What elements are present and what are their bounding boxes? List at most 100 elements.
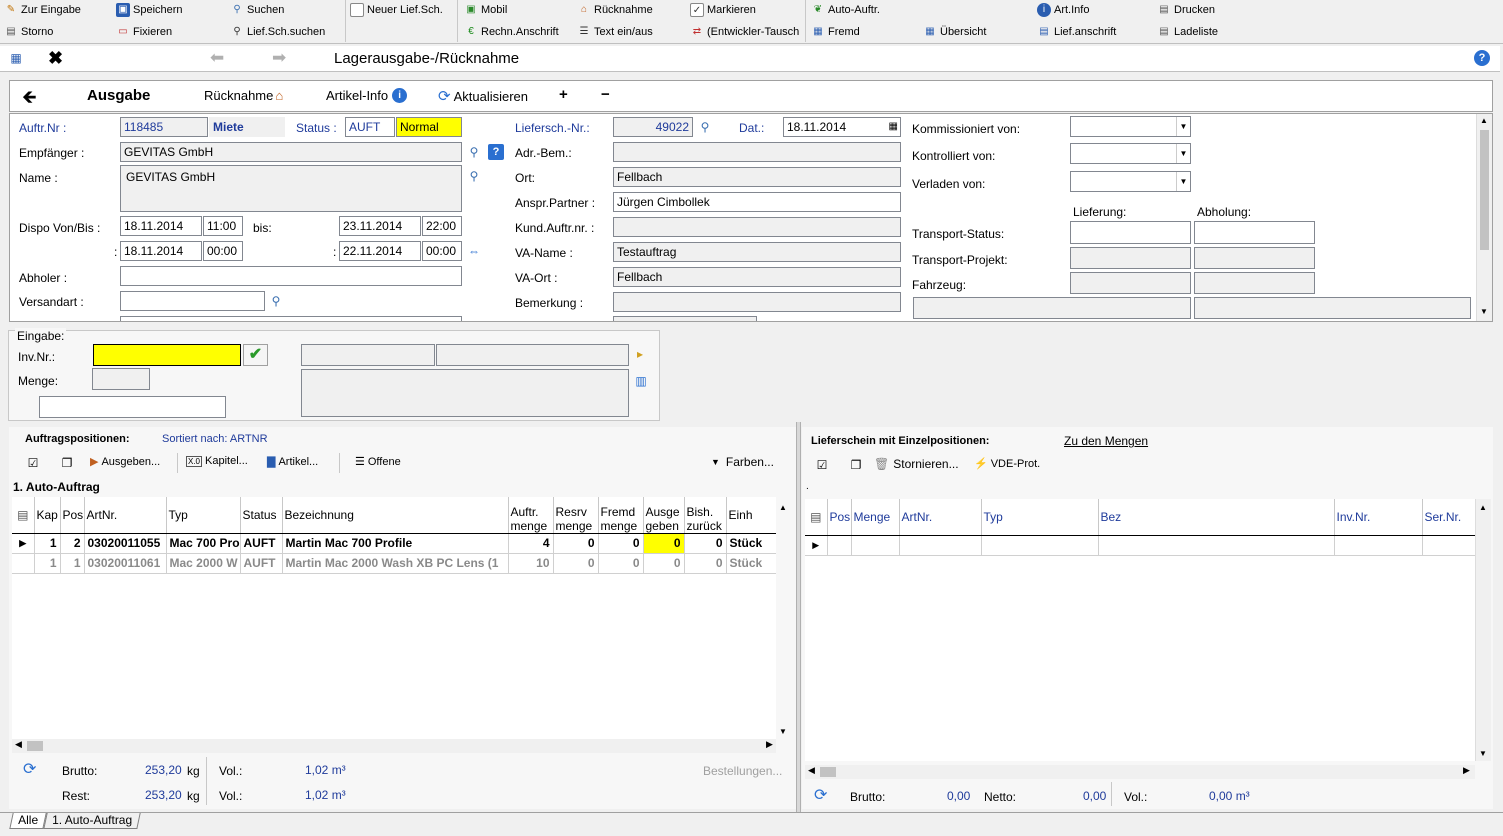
dispo-von-date2[interactable]: 18.11.2014 (120, 241, 202, 261)
anspr-field[interactable]: Jürgen Cimbollek (613, 192, 901, 212)
name-field[interactable]: GEVITAS GmbH (120, 165, 462, 212)
fahrzeug-lieferung[interactable] (1070, 272, 1191, 294)
verladen-combo[interactable]: ▼ (1070, 171, 1191, 192)
adr-bem-field[interactable] (613, 142, 901, 162)
search-icon[interactable]: ⚲ (466, 144, 482, 160)
chevron-down-icon[interactable]: ▼ (1479, 749, 1487, 758)
cell-ausgegeben[interactable]: 0 (643, 553, 685, 574)
ruecknahme-button[interactable]: Rücknahme ⌂ (204, 88, 283, 103)
chevron-up-icon[interactable]: ▲ (1480, 116, 1488, 125)
column-header[interactable]: Pos (60, 497, 85, 534)
dispo-bis-time2[interactable]: 00:00 (422, 241, 462, 261)
minus-button[interactable]: − (601, 86, 610, 103)
speichern-button[interactable]: ▣ Speichern (116, 2, 183, 18)
select-all-icon[interactable]: ☑ (25, 455, 41, 471)
bestellungen-link[interactable]: Bestellungen... (703, 763, 782, 779)
transport-status-abholung[interactable] (1194, 221, 1315, 244)
column-header[interactable]: Pos (827, 499, 852, 536)
chevron-left-icon[interactable]: ◀ (808, 765, 815, 776)
suchen-button[interactable]: ⚲ Suchen (230, 2, 284, 18)
column-header[interactable]: Menge (851, 499, 900, 536)
kund-auftr-field[interactable] (613, 217, 901, 237)
fahrzeug-note-2[interactable] (1194, 297, 1471, 319)
chevron-right-icon[interactable]: ▶ (766, 739, 773, 750)
column-header[interactable]: Fremd menge (598, 497, 644, 534)
search-icon[interactable]: ⚲ (697, 119, 713, 135)
tab-alle[interactable]: Alle (9, 813, 47, 829)
artikel-info-button[interactable]: Artikel-Info i (326, 88, 408, 103)
stornieren-button[interactable]: 🗑 Stornieren... (874, 457, 959, 471)
back-icon[interactable]: 🡸 (22, 85, 37, 115)
lieferschein-scrollbar[interactable]: ▲ ▼ (1475, 499, 1491, 761)
refresh-icon[interactable]: ⟳ (814, 785, 827, 805)
column-header[interactable]: Resrv menge (553, 497, 599, 534)
column-header[interactable]: Inv.Nr. (1334, 499, 1423, 536)
hscroll-thumb[interactable] (27, 741, 43, 751)
dat-field[interactable]: 18.11.2014 ▦ (783, 117, 901, 137)
column-header[interactable]: ArtNr. (899, 499, 982, 536)
select-all-icon[interactable]: ☑ (814, 457, 830, 473)
ladeliste-button[interactable]: ▤ Ladeliste (1157, 24, 1218, 40)
copy-icon[interactable]: ❐ (848, 457, 864, 473)
search-icon[interactable]: ⚲ (466, 168, 482, 184)
menge-input[interactable] (92, 368, 150, 390)
kommissioniert-combo[interactable]: ▼ (1070, 116, 1191, 137)
prio-field[interactable]: Normal (396, 117, 462, 137)
column-header[interactable]: Typ (981, 499, 1099, 536)
neuer-liefsch-button[interactable]: Neuer Lief.Sch. (350, 2, 443, 18)
liefsch-suchen-button[interactable]: ⚲ Lief.Sch.suchen (230, 24, 325, 40)
ausgeben-button[interactable]: ▶ Ausgeben... (90, 455, 160, 469)
column-header[interactable]: Einh (726, 497, 776, 534)
aktualisieren-button[interactable]: ⟳ Aktualisieren (438, 87, 528, 105)
text-ein-aus-button[interactable]: ☰ Text ein/aus (577, 24, 653, 40)
fixieren-button[interactable]: ▭ Fixieren (116, 24, 172, 40)
storno-button[interactable]: ▤ Storno (4, 24, 53, 40)
row-selector-icon[interactable]: ▶ (12, 533, 35, 554)
mobil-button[interactable]: ▣ Mobil (464, 2, 507, 18)
kapitel-button[interactable]: X.0 Kapitel... (186, 455, 248, 467)
calendar-icon[interactable]: ⇔ (466, 243, 482, 259)
vde-prot-button[interactable]: ⚡ VDE-Prot. (974, 457, 1040, 471)
chevron-left-icon[interactable]: ◀ (15, 739, 22, 750)
folder-arrow-icon[interactable]: ▸ (632, 346, 648, 362)
row-selector-icon[interactable]: ▶ (805, 535, 828, 556)
entwickler-tausch-button[interactable]: ⇄ (Entwickler-Tausch (690, 24, 800, 40)
print-column-header[interactable]: ▤ (805, 499, 828, 536)
eingabe-extra-field[interactable] (39, 396, 226, 418)
panel-splitter[interactable] (796, 422, 801, 812)
plus-button[interactable]: + (559, 86, 568, 103)
column-header[interactable]: Auftr. menge (508, 497, 554, 534)
transport-projekt-abholung[interactable] (1194, 247, 1315, 269)
fremd-button[interactable]: ▦ Fremd (811, 24, 860, 40)
uebersicht-button[interactable]: ▦ Übersicht (923, 24, 986, 40)
header-scrollbar[interactable]: ▲ ▼ (1476, 114, 1492, 321)
markieren-button[interactable]: ✓ Markieren (690, 2, 756, 18)
column-header[interactable]: Bezeichnung (282, 497, 509, 534)
empfaenger-field[interactable]: GEVITAS GmbH (120, 142, 462, 162)
extra-field[interactable] (120, 316, 462, 321)
grid-menu-icon[interactable]: ▦ (8, 50, 24, 66)
close-icon[interactable]: ✖ (48, 48, 63, 69)
auto-auftr-button[interactable]: ❦ Auto-Auftr. (811, 2, 880, 18)
offene-button[interactable]: ☰ Offene (355, 455, 401, 469)
chevron-up-icon[interactable]: ▲ (1479, 503, 1487, 512)
dispo-von-date1[interactable]: 18.11.2014 (120, 216, 202, 236)
status-field[interactable]: AUFT (345, 117, 395, 137)
back-arrow-icon[interactable]: ⬅ (210, 48, 224, 68)
confirm-checkmark-button[interactable]: ✔ (243, 344, 268, 366)
bemerkung-field[interactable] (613, 292, 901, 312)
dispo-von-time2[interactable]: 00:00 (203, 241, 243, 261)
forward-arrow-icon[interactable]: ➡ (272, 48, 286, 68)
table-row[interactable]: ▶ 1 2 03020011055 Mac 700 Pro AUFT Marti… (12, 533, 776, 554)
column-header[interactable]: Ausge geben (643, 497, 685, 534)
print-column-header[interactable]: ▤ (12, 497, 35, 534)
hscroll-thumb[interactable] (820, 767, 836, 777)
rechn-anschrift-button[interactable]: € Rechn.Anschrift (464, 24, 558, 40)
versandart-field[interactable] (120, 291, 265, 311)
column-header[interactable]: Status (240, 497, 283, 534)
inv-nr-input[interactable] (93, 344, 241, 366)
fahrzeug-note-1[interactable] (913, 297, 1191, 319)
ort-field[interactable]: Fellbach (613, 167, 901, 187)
search-icon[interactable]: ⚲ (268, 293, 284, 309)
help-icon[interactable]: ? (1474, 50, 1490, 66)
